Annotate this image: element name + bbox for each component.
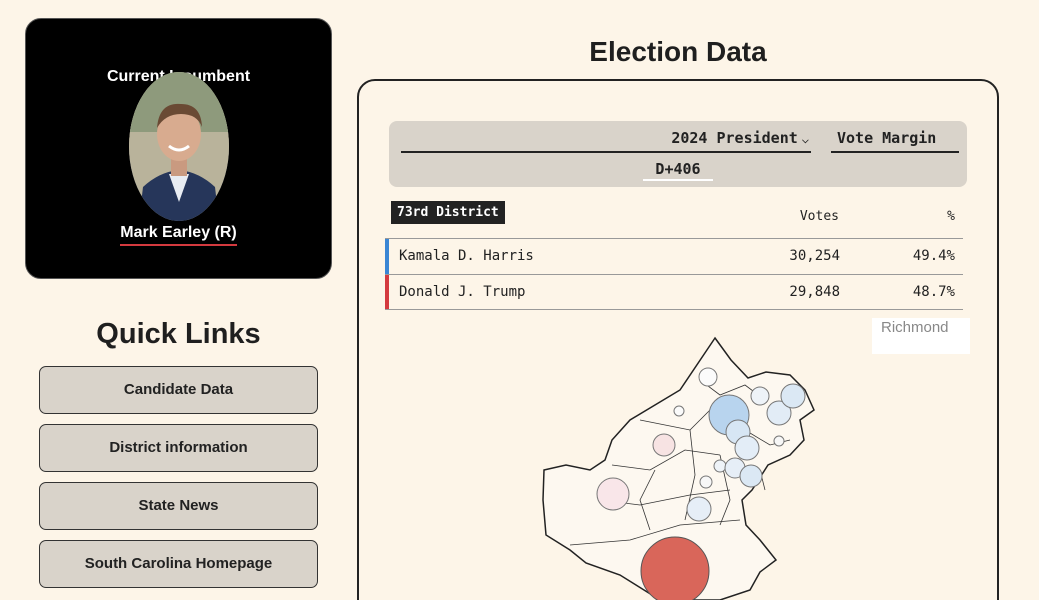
vote-bubble [652,433,676,457]
vote-bubble [739,464,763,488]
vote-bubble [750,386,770,406]
candidate-votes: 30,254 [789,248,840,264]
candidate-data-button[interactable]: Candidate Data [39,366,318,414]
vote-bubble [673,405,685,417]
metric-select-value: Vote Margin [837,129,937,147]
quick-links-title: Quick Links [96,318,261,350]
party-color-bar [385,275,389,309]
candidate-name: Kamala D. Harris [399,248,534,264]
table-row: Donald J. Trump 29,848 48.7% [385,274,963,310]
district-badge: 73rd District [391,201,505,224]
candidate-votes: 29,848 [789,284,840,300]
vote-bubble [699,475,713,489]
vote-bubble [773,435,785,447]
candidate-name: Donald J. Trump [399,284,526,300]
election-controls: 2024 President ⌵ Vote Margin D+406 [389,121,967,187]
vote-bubble [686,496,712,522]
incumbent-card: Current Incumbent Mark Earley (R) [25,18,332,279]
map-label: Richmond [872,318,970,354]
south-carolina-homepage-button[interactable]: South Carolina Homepage [39,540,318,588]
vote-bubble [596,477,630,511]
election-title: Election Data [589,36,767,67]
race-select-value: 2024 President [671,129,798,147]
vote-bubble [713,459,727,473]
district-information-button[interactable]: District information [39,424,318,472]
incumbent-name-link[interactable]: Mark Earley (R) [120,224,237,246]
table-row: Kamala D. Harris 30,254 49.4% [385,238,963,274]
incumbent-name[interactable]: Mark Earley (R) [26,224,331,246]
candidate-percent: 48.7% [912,284,955,300]
avatar [129,72,229,221]
avatar-photo [129,72,229,221]
metric-select[interactable]: Vote Margin [831,127,959,153]
percent-column-header: % [947,209,955,224]
vote-bubble [640,536,710,600]
race-select[interactable]: 2024 President ⌵ [401,127,811,153]
chevron-down-icon: ⌵ [801,132,809,146]
party-color-bar [385,239,389,274]
votes-column-header: Votes [799,209,839,224]
vote-bubble [734,435,760,461]
vote-bubble [780,383,806,409]
district-map[interactable] [530,330,830,600]
state-news-button[interactable]: State News [39,482,318,530]
candidate-percent: 49.4% [912,248,955,264]
margin-value: D+406 [643,159,713,181]
vote-bubble [698,367,718,387]
